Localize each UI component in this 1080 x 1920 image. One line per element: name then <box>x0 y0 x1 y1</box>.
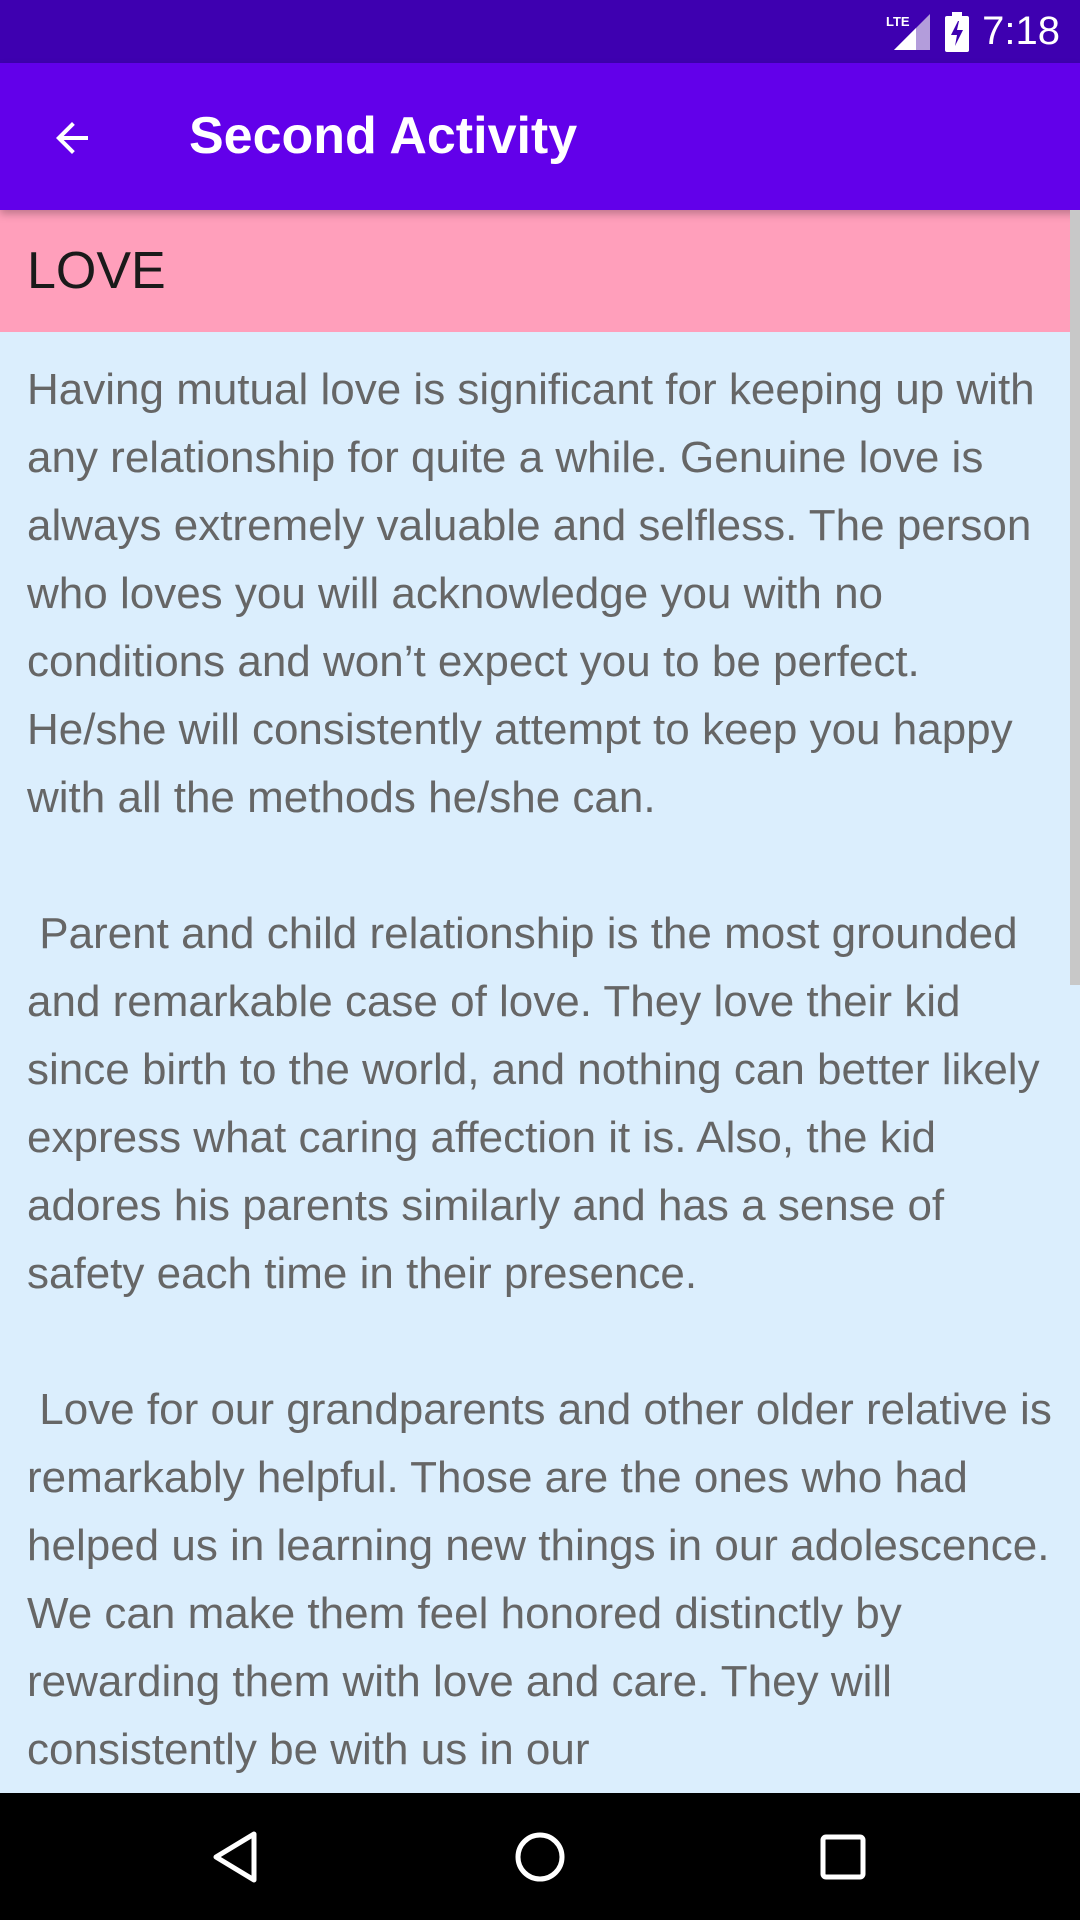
scrollbar-thumb[interactable] <box>1070 210 1080 985</box>
status-bar: LTE 7:18 <box>0 0 1080 63</box>
section-title: LOVE <box>27 242 166 300</box>
body-text: Having mutual love is significant for ke… <box>27 365 1052 1774</box>
app-bar: Second Activity <box>0 63 1080 210</box>
arrow-back-icon <box>56 122 88 154</box>
nav-home-button[interactable] <box>501 1818 579 1896</box>
nav-back-button[interactable] <box>196 1818 274 1896</box>
scroll-content[interactable]: Having mutual love is significant for ke… <box>0 332 1080 1793</box>
network-type-label: LTE <box>886 14 910 29</box>
home-circle-icon <box>515 1832 565 1882</box>
app-title: Second Activity <box>189 107 578 165</box>
battery-charging-icon <box>945 11 970 52</box>
status-time: 7:18 <box>982 9 1060 53</box>
back-button[interactable] <box>30 96 114 180</box>
nav-recents-button[interactable] <box>804 1818 882 1896</box>
signal-icon: LTE <box>886 13 931 50</box>
status-icons: LTE 7:18 <box>886 0 1060 63</box>
section-header: LOVE <box>0 210 1080 332</box>
navigation-bar <box>0 1793 1080 1920</box>
back-triangle-icon <box>213 1831 257 1883</box>
recents-square-icon <box>820 1834 866 1880</box>
